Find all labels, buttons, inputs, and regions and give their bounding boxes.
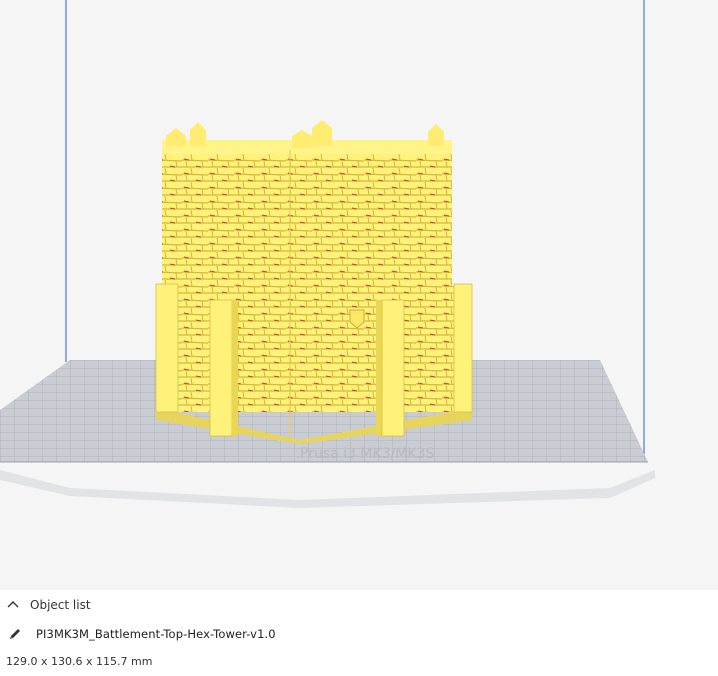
object-name-row[interactable]: PI3MK3M_Battlement-Top-Hex-Tower-v1.0 — [8, 627, 276, 641]
bed-logo-watermark: Prusa i3 MK3/MK3S — [300, 446, 434, 462]
3d-viewport[interactable]: Prusa i3 MK3/MK3S — [0, 0, 718, 590]
object-dimensions: 129.0 x 130.6 x 115.7 mm — [6, 655, 153, 668]
object-list-label: Object list — [30, 598, 91, 612]
object-list-toggle[interactable]: Object list — [6, 598, 91, 612]
tower-model[interactable] — [155, 120, 473, 444]
pencil-icon[interactable] — [8, 627, 22, 641]
object-name: PI3MK3M_Battlement-Top-Hex-Tower-v1.0 — [36, 627, 276, 641]
chevron-up-icon — [7, 601, 19, 608]
